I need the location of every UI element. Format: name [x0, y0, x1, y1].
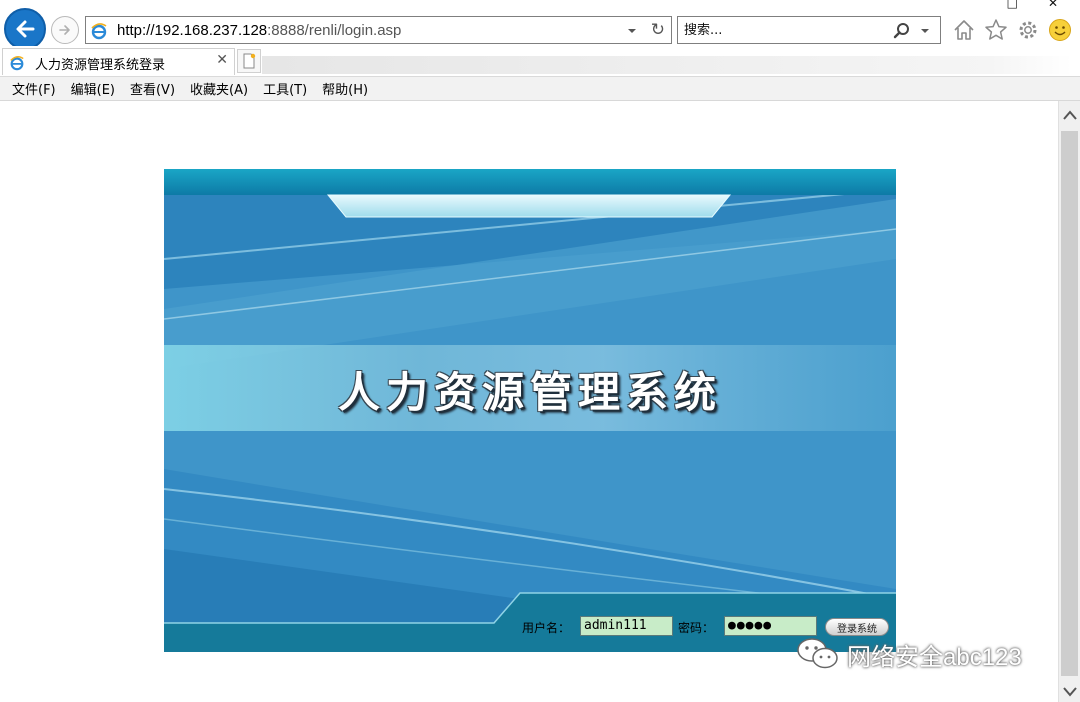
settings-button[interactable]: [1016, 18, 1040, 42]
vertical-scrollbar[interactable]: [1058, 101, 1080, 702]
menu-edit[interactable]: 编辑(E): [71, 79, 115, 98]
tab-title: 人力资源管理系统登录: [35, 58, 166, 73]
wechat-icon: [797, 638, 838, 669]
menu-view[interactable]: 查看(V): [130, 79, 175, 98]
dropdown-icon[interactable]: [920, 27, 930, 35]
menu-file[interactable]: 文件(F): [12, 79, 56, 98]
search-box[interactable]: [677, 16, 941, 44]
forward-arrow-icon: [59, 25, 70, 35]
back-arrow-icon: [16, 20, 35, 38]
menu-tools[interactable]: 工具(T): [263, 79, 307, 98]
scroll-down-icon[interactable]: [1063, 686, 1077, 698]
star-icon: [985, 19, 1007, 40]
maximize-button[interactable]: □: [1007, 0, 1018, 9]
url-text[interactable]: http://192.168.237.128:8888/renli/login.…: [117, 22, 401, 39]
scroll-up-icon[interactable]: [1063, 109, 1077, 121]
watermark: 网络安全abc123: [795, 636, 1022, 672]
username-input[interactable]: admin111: [580, 616, 673, 636]
close-window-button[interactable]: ✕: [1048, 0, 1058, 9]
password-input[interactable]: ●●●●●: [724, 616, 817, 636]
scrollbar-thumb[interactable]: [1061, 131, 1078, 676]
feedback-button[interactable]: [1048, 18, 1072, 42]
back-button[interactable]: [4, 8, 46, 50]
tab-strip: 人力资源管理系统登录 ✕: [0, 46, 1080, 76]
navigation-bar: http://192.168.237.128:8888/renli/login.…: [0, 0, 1080, 50]
favorites-button[interactable]: [984, 18, 1008, 42]
dropdown-icon[interactable]: [627, 27, 637, 35]
close-icon[interactable]: ✕: [216, 52, 228, 68]
home-icon: [954, 20, 974, 40]
tab-strip-fill: [262, 56, 1072, 74]
new-tab-icon: [243, 53, 256, 69]
window-controls: □ ✕: [1007, 0, 1058, 9]
browser-window: http://192.168.237.128:8888/renli/login.…: [0, 0, 1080, 702]
search-icon[interactable]: [892, 21, 912, 41]
address-bar[interactable]: http://192.168.237.128:8888/renli/login.…: [85, 16, 672, 44]
watermark-text: 网络安全abc123: [847, 643, 1022, 671]
ie-logo-icon: [10, 56, 24, 71]
home-button[interactable]: [952, 18, 976, 42]
login-banner: 人力资源管理系统 用户名： admin111 密码： ●●●●● 登录系统: [164, 169, 896, 652]
ie-logo-icon: [91, 23, 107, 40]
login-button[interactable]: 登录系统: [825, 618, 889, 636]
gear-icon: [1019, 21, 1037, 39]
refresh-icon[interactable]: ↻: [651, 21, 665, 39]
forward-button[interactable]: [51, 16, 79, 44]
smiley-icon: [1049, 19, 1071, 41]
toolbar-icons: [952, 18, 1072, 42]
username-label: 用户名：: [522, 621, 571, 635]
new-tab-button[interactable]: [237, 49, 261, 73]
menu-bar: 文件(F) 编辑(E) 查看(V) 收藏夹(A) 工具(T) 帮助(H): [0, 76, 1080, 101]
login-form: 用户名： admin111 密码： ●●●●● 登录系统: [164, 597, 896, 652]
search-input[interactable]: [684, 21, 884, 39]
menu-help[interactable]: 帮助(H): [322, 79, 368, 98]
menu-favorites[interactable]: 收藏夹(A): [190, 79, 248, 98]
system-title: 人力资源管理系统: [337, 368, 722, 417]
tab-active[interactable]: 人力资源管理系统登录 ✕: [2, 48, 235, 75]
password-label: 密码：: [678, 621, 715, 635]
